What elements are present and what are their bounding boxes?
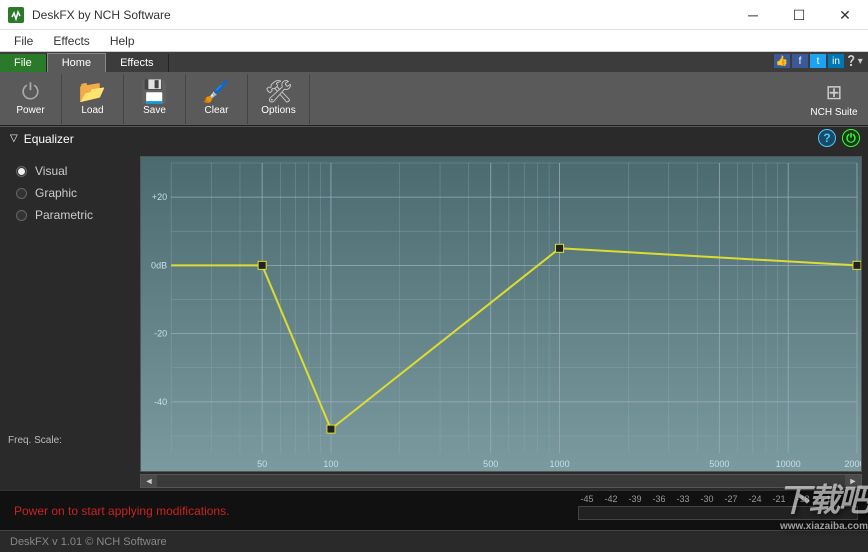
folder-icon: 📂 — [79, 81, 106, 103]
hscroll-area: ◄ ► — [0, 472, 868, 490]
mode-parametric[interactable]: Parametric — [4, 204, 136, 226]
meter-scale: -45 -42 -39 -36 -33 -30 -27 -24 -21 -18 -1 — [578, 494, 858, 504]
menu-help[interactable]: Help — [100, 32, 145, 50]
status-bar: DeskFX v 1.01 © NCH Software — [0, 530, 868, 552]
options-button[interactable]: 🛠 Options — [248, 74, 310, 124]
facebook-icon[interactable]: f — [792, 54, 808, 68]
brush-icon: 🖌️ — [203, 81, 230, 103]
freq-scale-label: Freq. Scale: — [8, 435, 62, 446]
window-controls: ─ ☐ ✕ — [730, 0, 868, 30]
radio-on-icon — [16, 166, 27, 177]
meter-tick: -42 — [602, 494, 620, 504]
status-text: DeskFX v 1.01 © NCH Software — [10, 536, 167, 548]
mode-panel: Visual Graphic Parametric — [0, 150, 140, 472]
power-icon: ⏻ — [22, 81, 39, 103]
help-dropdown-icon[interactable]: ❔▾ — [846, 54, 862, 68]
meter-tick: -18 — [794, 494, 812, 504]
app-icon — [8, 7, 24, 23]
mode-visual[interactable]: Visual — [4, 160, 136, 182]
mode-graphic[interactable]: Graphic — [4, 182, 136, 204]
meter-bar — [578, 506, 858, 520]
window-title: DeskFX by NCH Software — [32, 8, 171, 22]
thumbsup-icon[interactable]: 👍 — [774, 54, 790, 68]
power-button[interactable]: ⏻ Power — [0, 74, 62, 124]
ribbon-tab-home[interactable]: Home — [47, 53, 106, 72]
svg-text:1000: 1000 — [549, 459, 569, 469]
meter-tick: -27 — [722, 494, 740, 504]
power-message: Power on to start applying modifications… — [0, 504, 229, 518]
hscroll-track[interactable]: ◄ ► — [140, 474, 862, 488]
ribbon-social: 👍 f t in ❔▾ — [774, 54, 862, 68]
suite-icon: ⊞ — [826, 80, 843, 105]
eq-handle[interactable] — [556, 244, 564, 252]
panel-title: Equalizer — [24, 132, 74, 146]
nch-suite-button[interactable]: ⊞ NCH Suite — [804, 74, 864, 124]
hscroll-left-icon[interactable]: ◄ — [141, 475, 157, 487]
hscroll-right-icon[interactable]: ► — [845, 475, 861, 487]
svg-text:50: 50 — [257, 459, 267, 469]
equalizer-panel-header[interactable]: ▽ Equalizer ? ⏻ — [0, 126, 868, 150]
svg-text:10000: 10000 — [776, 459, 801, 469]
svg-text:+20: +20 — [152, 192, 167, 202]
meter-tick: -1 — [818, 494, 836, 504]
svg-text:0dB: 0dB — [151, 260, 167, 270]
svg-text:-20: -20 — [154, 329, 167, 339]
meter-tick: -45 — [578, 494, 596, 504]
meter-tick: -36 — [650, 494, 668, 504]
eq-handle[interactable] — [853, 261, 861, 269]
maximize-button[interactable]: ☐ — [776, 0, 822, 30]
close-button[interactable]: ✕ — [822, 0, 868, 30]
panel-help-button[interactable]: ? — [818, 129, 836, 147]
titlebar: DeskFX by NCH Software ─ ☐ ✕ — [0, 0, 868, 30]
ribbon-tabs: File Home Effects 👍 f t in ❔▾ — [0, 52, 868, 72]
ribbon-tab-effects[interactable]: Effects — [106, 54, 168, 72]
load-button[interactable]: 📂 Load — [62, 74, 124, 124]
eq-handle[interactable] — [258, 261, 266, 269]
save-icon: 💾 — [141, 81, 168, 103]
svg-text:5000: 5000 — [709, 459, 729, 469]
menu-file[interactable]: File — [4, 32, 43, 50]
menu-effects[interactable]: Effects — [43, 32, 99, 50]
radio-off-icon — [16, 188, 27, 199]
clear-button[interactable]: 🖌️ Clear — [186, 74, 248, 124]
meter-section: Power on to start applying modifications… — [0, 490, 868, 530]
ribbon-toolbar: ⏻ Power 📂 Load 💾 Save 🖌️ Clear 🛠 Options… — [0, 72, 868, 126]
svg-text:20000: 20000 — [844, 459, 861, 469]
menubar: File Effects Help — [0, 30, 868, 52]
minimize-button[interactable]: ─ — [730, 0, 776, 30]
svg-text:100: 100 — [323, 459, 338, 469]
eq-handle[interactable] — [327, 425, 335, 433]
radio-off-icon — [16, 210, 27, 221]
level-meter: -45 -42 -39 -36 -33 -30 -27 -24 -21 -18 -1 — [578, 494, 858, 520]
meter-tick: -30 — [698, 494, 716, 504]
eq-plot[interactable]: +20 0dB -20 -40 50 100 500 1000 5000 10000 20000 — [141, 157, 861, 471]
meter-tick: -39 — [626, 494, 644, 504]
twitter-icon[interactable]: t — [810, 54, 826, 68]
tools-icon: 🛠 — [265, 81, 293, 103]
meter-tick: -33 — [674, 494, 692, 504]
equalizer-main: Visual Graphic Parametric +20 0dB -20 -40 50… — [0, 150, 868, 472]
meter-tick: -21 — [770, 494, 788, 504]
ribbon-tab-file[interactable]: File — [0, 54, 47, 72]
save-button[interactable]: 💾 Save — [124, 74, 186, 124]
svg-text:500: 500 — [483, 459, 498, 469]
meter-tick: -24 — [746, 494, 764, 504]
eq-chart[interactable]: +20 0dB -20 -40 50 100 500 1000 5000 10000 20000 — [140, 156, 862, 472]
panel-power-button[interactable]: ⏻ — [842, 129, 860, 147]
collapse-icon: ▽ — [10, 133, 18, 144]
svg-text:-40: -40 — [154, 397, 167, 407]
linkedin-icon[interactable]: in — [828, 54, 844, 68]
